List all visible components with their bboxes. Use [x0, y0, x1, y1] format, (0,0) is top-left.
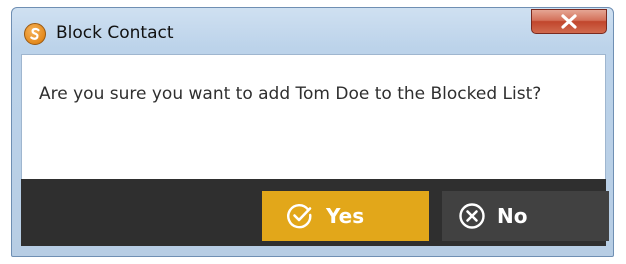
app-logo-icon: [24, 23, 46, 45]
x-circle-icon: [459, 203, 485, 229]
no-button-label: No: [497, 204, 528, 228]
close-button[interactable]: [531, 9, 607, 34]
close-icon: [561, 14, 577, 29]
title-bar[interactable]: Block Contact: [12, 8, 613, 54]
no-button[interactable]: No: [442, 191, 609, 241]
confirmation-message: Are you sure you want to add Tom Doe to …: [39, 84, 542, 104]
dialog-footer: Yes No: [21, 179, 609, 246]
dialog-window: Block Contact Are you sure you want to a…: [11, 7, 614, 257]
window-title: Block Contact: [56, 23, 174, 43]
dialog-content: Are you sure you want to add Tom Doe to …: [21, 54, 606, 179]
check-circle-icon: [287, 204, 312, 229]
yes-button-label: Yes: [326, 204, 365, 228]
yes-button[interactable]: Yes: [262, 191, 429, 241]
